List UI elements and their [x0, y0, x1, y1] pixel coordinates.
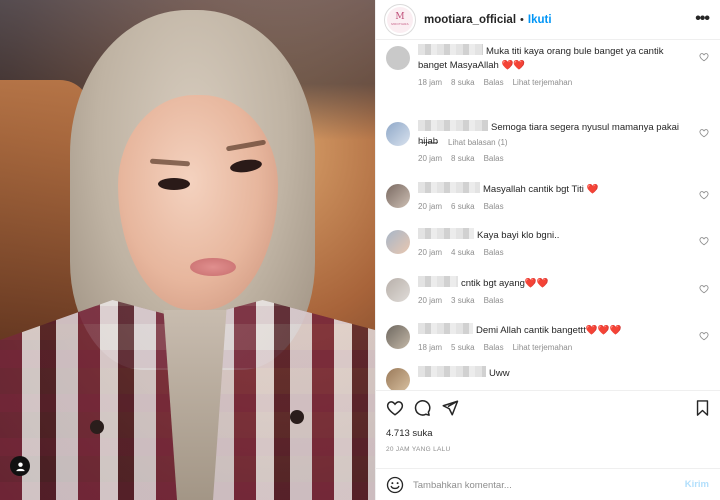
- comment-meta: 20 jam 8 suka Balas: [418, 154, 693, 163]
- commenter-avatar[interactable]: [386, 184, 410, 208]
- comment-text: cntik bgt ayang❤️❤️: [461, 278, 549, 289]
- comment-text-row: Muka titi kaya orang bule banget ya cant…: [418, 44, 693, 73]
- reply-button[interactable]: Balas: [484, 343, 504, 352]
- post-actions-bar: [376, 390, 720, 424]
- comment-text: Demi Allah cantik bangettt❤️❤️❤️: [476, 325, 622, 336]
- follow-button[interactable]: Ikuti: [528, 14, 552, 26]
- comment-time: 20 jam: [418, 154, 443, 163]
- tagged-users-button[interactable]: [10, 456, 30, 476]
- commenter-avatar[interactable]: [386, 368, 410, 390]
- heart-icon[interactable]: [699, 52, 709, 62]
- comment-time: 20 jam: [418, 248, 443, 257]
- comment-text-row: Semoga tiara segera nyusul mamanya pakai…: [418, 120, 693, 149]
- more-options-button[interactable]: •••: [695, 10, 710, 28]
- comment-text-row: Uww: [418, 366, 693, 381]
- comment-time: 18 jam: [418, 78, 443, 87]
- reply-button[interactable]: Balas: [484, 154, 504, 163]
- heart-icon[interactable]: [699, 331, 709, 341]
- comment-body: cntik bgt ayang❤️❤️ 20 jam 3 suka Balas: [418, 276, 693, 305]
- commenter-avatar[interactable]: [386, 230, 410, 254]
- comment-body: Uww: [418, 366, 693, 381]
- commenter-username-blurred[interactable]: [418, 323, 473, 334]
- comment-text-row: cntik bgt ayang❤️❤️: [418, 276, 693, 291]
- comment-likes[interactable]: 3 suka: [451, 296, 475, 305]
- comment-meta: 18 jam 5 suka Balas Lihat terjemahan: [418, 343, 693, 352]
- commenter-username-blurred[interactable]: [418, 276, 458, 287]
- heart-icon[interactable]: [699, 190, 709, 200]
- bookmark-icon[interactable]: [694, 399, 711, 417]
- heart-icon[interactable]: [386, 399, 404, 417]
- comment-text: Kaya bayi klo bgni..: [477, 230, 560, 241]
- share-icon[interactable]: [441, 399, 459, 417]
- commenter-username-blurred[interactable]: [418, 228, 474, 239]
- reply-button[interactable]: Balas: [484, 296, 504, 305]
- commenter-username-blurred[interactable]: [418, 366, 486, 377]
- logo-subtext: MOOTIARA: [391, 22, 409, 26]
- comment-likes[interactable]: 4 suka: [451, 248, 475, 257]
- commenter-avatar[interactable]: [386, 278, 410, 302]
- comment-body: Demi Allah cantik bangettt❤️❤️❤️ 18 jam …: [418, 323, 693, 352]
- post-timestamp[interactable]: 20 JAM YANG LALU: [386, 446, 451, 453]
- photo-shirt-button: [290, 410, 304, 424]
- comment-likes[interactable]: 6 suka: [451, 202, 475, 211]
- comment-meta: 18 jam 8 suka Balas Lihat terjemahan: [418, 78, 693, 87]
- heart-icon[interactable]: [699, 128, 709, 138]
- reply-button[interactable]: Balas: [484, 202, 504, 211]
- comment-text-row: Demi Allah cantik bangettt❤️❤️❤️: [418, 323, 693, 338]
- comment-body: Kaya bayi klo bgni.. 20 jam 4 suka Balas: [418, 228, 693, 257]
- photo-shirt-button: [90, 420, 104, 434]
- comment-likes[interactable]: 5 suka: [451, 343, 475, 352]
- comment-composer: Kirim: [376, 468, 720, 500]
- translate-button[interactable]: Lihat terjemahan: [513, 343, 573, 352]
- comment-text: Uww: [489, 368, 510, 379]
- translate-button[interactable]: Lihat terjemahan: [513, 78, 573, 87]
- comment-body: Masyallah cantik bgt Titi ❤️ 20 jam 6 su…: [418, 182, 693, 211]
- comments-list[interactable]: Muka titi kaya orang bule banget ya cant…: [376, 40, 720, 390]
- reply-button[interactable]: Balas: [484, 248, 504, 257]
- commenter-avatar[interactable]: [386, 122, 410, 146]
- likes-count[interactable]: 4.713 suka: [386, 428, 432, 439]
- post-comment-button[interactable]: Kirim: [685, 479, 709, 490]
- post-header: M MOOTIARA mootiara_official • Ikuti •••: [376, 0, 720, 40]
- commenter-username-blurred[interactable]: [418, 44, 483, 55]
- comment-body: Muka titi kaya orang bule banget ya cant…: [418, 44, 693, 87]
- brand-logo: M MOOTIARA: [387, 6, 413, 33]
- comment-time: 20 jam: [418, 202, 443, 211]
- reply-button[interactable]: Balas: [484, 78, 504, 87]
- commenter-username-blurred[interactable]: [418, 120, 488, 131]
- post-photo[interactable]: [0, 0, 375, 500]
- emoji-icon[interactable]: [386, 476, 404, 494]
- heart-icon[interactable]: [699, 236, 709, 246]
- comment-text-row: Masyallah cantik bgt Titi ❤️: [418, 182, 693, 197]
- comment-icon[interactable]: [413, 399, 431, 417]
- avatar[interactable]: M MOOTIARA: [384, 3, 416, 36]
- user-icon: [15, 461, 25, 471]
- photo-eye-left: [158, 178, 190, 190]
- heart-icon[interactable]: [699, 284, 709, 294]
- commenter-avatar[interactable]: [386, 325, 410, 349]
- photo-lips: [190, 258, 236, 276]
- commenter-username-blurred[interactable]: [418, 182, 480, 193]
- logo-monogram: M: [395, 12, 405, 22]
- comment-likes[interactable]: 8 suka: [451, 154, 475, 163]
- comment-meta: 20 jam 4 suka Balas: [418, 248, 693, 257]
- comment-meta: 20 jam 6 suka Balas: [418, 202, 693, 211]
- comment-text: Masyallah cantik bgt Titi ❤️: [483, 184, 599, 195]
- username-link[interactable]: mootiara_official: [424, 14, 516, 26]
- comment-likes[interactable]: 8 suka: [451, 78, 475, 87]
- comment-time: 18 jam: [418, 343, 443, 352]
- post-details-panel: M MOOTIARA mootiara_official • Ikuti •••…: [375, 0, 720, 500]
- comment-meta: 20 jam 3 suka Balas: [418, 296, 693, 305]
- comment-body: Semoga tiara segera nyusul mamanya pakai…: [418, 120, 693, 163]
- comment-time: 20 jam: [418, 296, 443, 305]
- separator-dot: •: [520, 13, 524, 26]
- comment-text-row: Kaya bayi klo bgni..: [418, 228, 693, 243]
- commenter-avatar[interactable]: [386, 46, 410, 70]
- comment-input[interactable]: [413, 475, 663, 495]
